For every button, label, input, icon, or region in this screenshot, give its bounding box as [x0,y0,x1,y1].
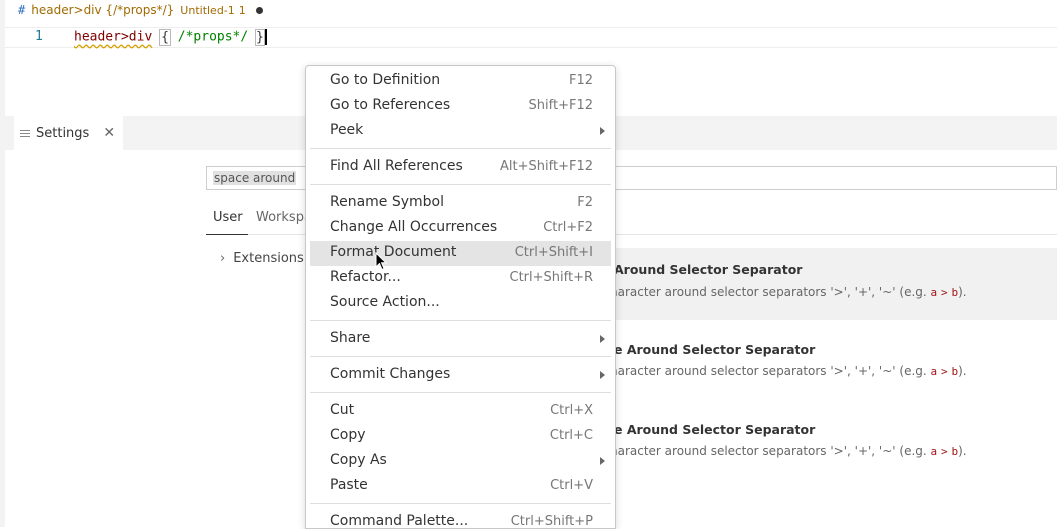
menu-item-format-document[interactable]: Format Document Ctrl+Shift+I [310,241,611,266]
menu-item-cut[interactable]: Cut Ctrl+X [310,399,611,424]
code-line[interactable]: header>div { /*props*/ } [74,28,267,46]
menu-item-command-palette[interactable]: Command Palette... Ctrl+Shift+P [310,510,611,528]
menu-item-go-to-definition[interactable]: Go to Definition F12 [310,69,611,94]
setting-item[interactable]: e Around Selector Separator haracter aro… [600,408,1057,480]
menu-separator [310,356,611,357]
menu-item-rename-symbol[interactable]: Rename Symbol F2 [310,191,611,216]
breadcrumb: # header>div {/*props*/} Untitled-1 1 [18,0,263,20]
problem-count-badge: 1 [238,3,246,17]
tab-settings-label: Settings [36,125,90,141]
toc-item-extensions[interactable]: › Extensions [220,251,304,266]
menu-item-find-all-references[interactable]: Find All References Alt+Shift+F12 [310,155,611,180]
submenu-arrow-icon [600,335,605,343]
editor-context-menu: Go to Definition F12 Go to References Shif… [305,65,616,529]
tab-user[interactable]: User [213,210,243,225]
submenu-arrow-icon [600,457,605,465]
toc-item-label: Extensions [233,251,304,266]
line-number: 1 [35,29,43,44]
menu-item-source-action[interactable]: Source Action... [310,291,611,316]
menu-separator [310,503,611,504]
search-value: space around [213,171,297,185]
close-icon[interactable]: ✕ [103,125,115,141]
menu-separator [310,392,611,393]
menu-item-share[interactable]: Share [310,327,611,352]
activity-bar-edge [0,0,5,527]
menu-item-go-to-references[interactable]: Go to References Shift+F12 [310,94,611,119]
tab-settings[interactable]: Settings ✕ [14,116,123,150]
menu-item-change-all-occurrences[interactable]: Change All Occurrences Ctrl+F2 [310,216,611,241]
submenu-arrow-icon [600,127,605,135]
breadcrumb-selector[interactable]: header>div {/*props*/} [31,3,174,17]
menu-item-copy[interactable]: Copy Ctrl+C [310,424,611,449]
menu-item-commit-changes[interactable]: Commit Changes [310,363,611,388]
unsaved-dot-icon[interactable] [255,6,263,14]
menu-separator [310,184,611,185]
css-rule-icon[interactable]: # [18,3,25,17]
menu-item-refactor[interactable]: Refactor... Ctrl+Shift+R [310,266,611,291]
chevron-right-icon: › [220,251,226,266]
setting-title: Around Selector Separator [614,262,803,277]
breadcrumb-file[interactable]: Untitled-1 [180,4,234,17]
submenu-arrow-icon [600,371,605,379]
setting-item[interactable]: e Around Selector Separator haracter aro… [600,328,1057,400]
setting-item[interactable]: Around Selector Separator haracter aroun… [600,248,1057,320]
text-caret [264,29,267,45]
setting-description: haracter around selector separators '>',… [610,444,967,458]
setting-title: e Around Selector Separator [614,342,816,357]
menu-item-peek[interactable]: Peek [310,119,611,144]
settings-file-icon [20,129,30,137]
code-brace-open: { [159,28,171,46]
code-brace-close: } [255,28,265,46]
setting-title: e Around Selector Separator [614,422,816,437]
menu-item-paste[interactable]: Paste Ctrl+V [310,474,611,499]
setting-description: haracter around selector separators '>',… [610,285,967,299]
code-selector: header>div [74,29,153,45]
mouse-pointer-icon [375,252,388,271]
active-tab-underline [206,234,248,235]
setting-description: haracter around selector separators '>',… [610,364,967,378]
menu-separator [310,148,611,149]
menu-separator [310,320,611,321]
menu-item-copy-as[interactable]: Copy As [310,449,611,474]
tab-workspace[interactable]: Workspace [256,210,306,225]
code-comment: /*props*/ [177,29,249,45]
